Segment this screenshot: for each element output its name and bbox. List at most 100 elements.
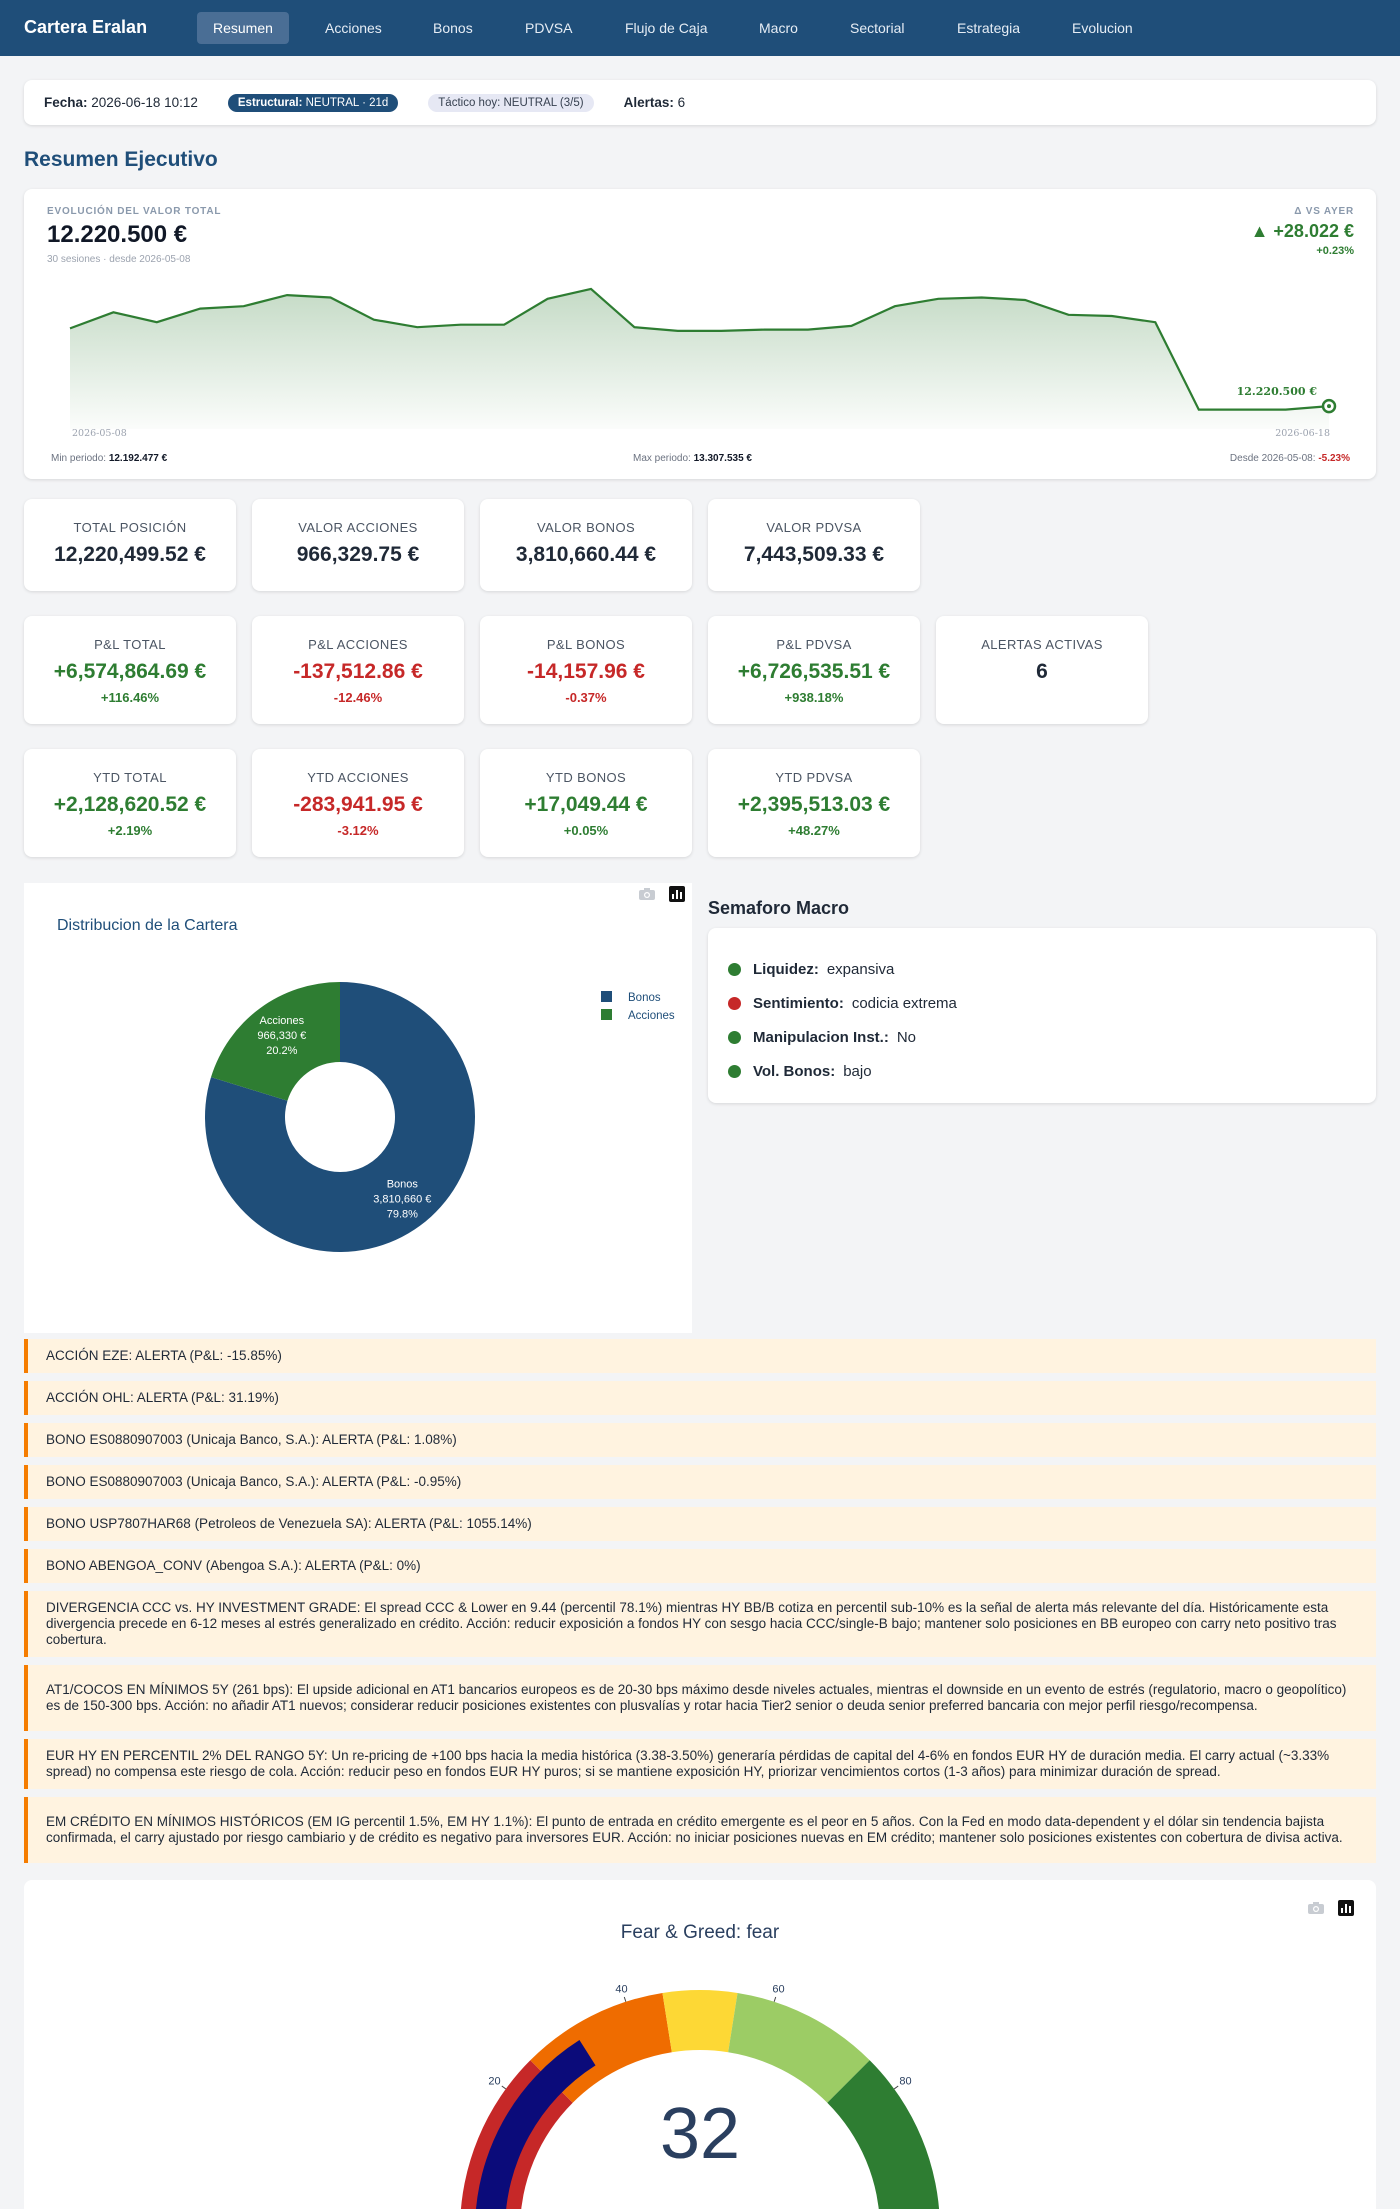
- nav-tab-macro[interactable]: Macro: [743, 12, 814, 44]
- kpi-value: -283,941.95 €: [293, 793, 423, 816]
- end-date-label: 2026-06-18: [1275, 428, 1330, 439]
- nav-tab-pdvsa[interactable]: PDVSA: [509, 12, 588, 44]
- nav-tab-flujo-caja[interactable]: Flujo de Caja: [609, 12, 724, 44]
- nav-tab-sectorial[interactable]: Sectorial: [834, 12, 920, 44]
- evolution-sparkline: 12.220.500 € 2026-05-08 2026-06-18: [69, 287, 1337, 439]
- top-navbar: Cartera Eralan Resumen Acciones Bonos PD…: [0, 0, 1400, 56]
- kpi-pl-pdvsa: P&L PDVSA +6,726,535.51 € +938.18%: [708, 616, 920, 724]
- macro-row-vol-bonos: Vol. Bonos: bajo: [728, 1054, 1356, 1088]
- kpi-title: VALOR ACCIONES: [298, 520, 418, 535]
- kpi-total-posicion: TOTAL POSICIÓN 12,220,499.52 €: [24, 499, 236, 591]
- evolution-end-marker-core: [1327, 404, 1331, 409]
- kpi-pct: -0.37%: [565, 690, 607, 705]
- status-dot: [728, 962, 741, 976]
- kpi-pct: +2.19%: [107, 823, 153, 838]
- kpi-value: -14,157.96 €: [527, 660, 645, 683]
- alertas-label: Alertas:: [623, 95, 674, 110]
- macro-label: Manipulacion Inst.:: [753, 1028, 889, 1046]
- desde-periodo: Desde 2026-05-08: -5.23%: [1230, 453, 1350, 464]
- donut-slice-label: 20.2%: [266, 1045, 297, 1057]
- macro-label: Liquidez:: [753, 960, 819, 978]
- legend-label[interactable]: Bonos: [628, 992, 661, 1004]
- gauge-tick-label: 40: [615, 1983, 627, 1995]
- min-periodo: Min periodo: 12.192.477 €: [51, 453, 167, 464]
- macro-row-manipulacion: Manipulacion Inst.: No: [728, 1020, 1356, 1054]
- macro-label: Sentimiento:: [753, 994, 844, 1012]
- nav-tab-estrategia[interactable]: Estrategia: [941, 12, 1036, 44]
- kpi-title: P&L ACCIONES: [308, 637, 408, 652]
- kpi-pct: -12.46%: [333, 690, 383, 705]
- max-periodo: Max periodo: 13.307.535 €: [633, 453, 752, 464]
- kpi-pl-total: P&L TOTAL +6,574,864.69 € +116.46%: [24, 616, 236, 724]
- status-dot: [728, 1064, 741, 1078]
- donut-slice-label: 966,330 €: [257, 1030, 306, 1042]
- kpi-title: YTD PDVSA: [775, 770, 853, 785]
- kpi-pct: +116.46%: [100, 690, 160, 705]
- chart-title: Distribucion de la Cartera: [57, 917, 238, 934]
- nav-tab-acciones[interactable]: Acciones: [309, 12, 398, 44]
- distribution-chart-panel: Distribucion de la Cartera Bonos 3,810,66…: [24, 883, 692, 1333]
- alert-item: ACCIÓN OHL: ALERTA (P&L: 31.19%): [24, 1381, 1376, 1415]
- kpi-title: VALOR PDVSA: [766, 520, 862, 535]
- nav-tab-resumen[interactable]: Resumen: [197, 12, 289, 44]
- legend-swatch: [601, 991, 612, 1002]
- legend-swatch: [601, 1009, 612, 1020]
- min-value: 12.192.477 €: [108, 453, 168, 464]
- fecha-label: Fecha:: [44, 95, 88, 110]
- macro-label: Vol. Bonos:: [753, 1062, 836, 1080]
- alert-item: EM CRÉDITO EN MÍNIMOS HISTÓRICOS (EM IG …: [24, 1797, 1376, 1863]
- alert-item: AT1/COCOS EN MÍNIMOS 5Y (261 bps): El up…: [24, 1665, 1376, 1731]
- kpi-value: +2,128,620.52 €: [53, 793, 207, 816]
- donut-slice-label: 79.8%: [387, 1209, 418, 1221]
- kpi-title: P&L BONOS: [546, 637, 626, 652]
- gauge-tick: [773, 1996, 777, 2002]
- kpi-title: P&L PDVSA: [776, 637, 852, 652]
- alert-item: BONO ES0880907003 (Unicaja Banco, S.A.):…: [24, 1465, 1376, 1499]
- nav-tab-evolucion[interactable]: Evolucion: [1056, 12, 1149, 44]
- alertas-value: 6: [677, 95, 686, 110]
- max-value: 13.307.535 €: [693, 453, 752, 464]
- kpi-value: +6,726,535.51 €: [737, 660, 891, 683]
- brand-title: Cartera Eralan: [24, 17, 148, 37]
- evolution-end-label: 12.220.500 €: [1237, 385, 1318, 398]
- evolution-card: EVOLUCIÓN DEL VALOR TOTAL 12.220.500 € 3…: [24, 189, 1376, 479]
- start-date-label: 2026-05-08: [72, 428, 127, 439]
- macro-row-liquidez: Liquidez: expansiva: [728, 952, 1356, 986]
- kpi-title: YTD BONOS: [545, 770, 627, 785]
- kpi-value: 12,220,499.52 €: [54, 543, 206, 566]
- kpi-value: +2,395,513.03 €: [737, 793, 891, 816]
- kpi-title: P&L TOTAL: [94, 637, 166, 652]
- kpi-title: ALERTAS ACTIVAS: [981, 637, 1103, 652]
- section-title: Resumen Ejecutivo: [24, 148, 218, 171]
- macro-value: codicia extrema: [851, 994, 957, 1012]
- kpi-value: -137,512.86 €: [293, 660, 423, 683]
- kpi-valor-pdvsa: VALOR PDVSA 7,443,509.33 €: [708, 499, 920, 591]
- status-dot: [728, 996, 741, 1010]
- nav-tab-bonos[interactable]: Bonos: [417, 12, 489, 44]
- gauge-tick-label: 20: [488, 2076, 500, 2088]
- kpi-pct: -3.12%: [337, 823, 379, 838]
- estructural-badge: Estructural: NEUTRAL · 21d: [227, 93, 399, 112]
- evolution-area: [70, 288, 1329, 429]
- macro-value: bajo: [843, 1062, 872, 1080]
- fear-greed-panel: Fear & Greed: fear 020406080100 32: [24, 1880, 1376, 2209]
- legend-label[interactable]: Acciones: [628, 1010, 675, 1022]
- kpi-value: 7,443,509.33 €: [743, 543, 885, 566]
- gauge-tick: [623, 1996, 627, 2002]
- gauge-tick: [893, 2085, 899, 2090]
- alert-item: DIVERGENCIA CCC vs. HY INVESTMENT GRADE:…: [24, 1591, 1376, 1657]
- alert-item: EUR HY EN PERCENTIL 2% DEL RANGO 5Y: Un …: [24, 1739, 1376, 1789]
- alert-item: BONO USP7807HAR68 (Petroleos de Venezuel…: [24, 1507, 1376, 1541]
- kpi-value: 6: [1036, 660, 1048, 683]
- gauge-tick-label: 60: [772, 1983, 784, 1995]
- distribution-donut: Distribucion de la Cartera Bonos 3,810,66…: [57, 917, 675, 1252]
- macro-value: No: [896, 1028, 917, 1046]
- gauge-title: Fear & Greed: fear: [621, 1922, 780, 1943]
- gauge-band: [662, 1990, 738, 2053]
- kpi-value: 3,810,660.44 €: [515, 543, 657, 566]
- macro-panel: Liquidez: expansiva Sentimiento: codicia e…: [708, 928, 1376, 1103]
- macro-row-sentimiento: Sentimiento: codicia extrema: [728, 986, 1356, 1020]
- kpi-value: 966,329.75 €: [296, 543, 420, 566]
- kpi-title: YTD ACCIONES: [307, 770, 409, 785]
- kpi-pl-acciones: P&L ACCIONES -137,512.86 € -12.46%: [252, 616, 464, 724]
